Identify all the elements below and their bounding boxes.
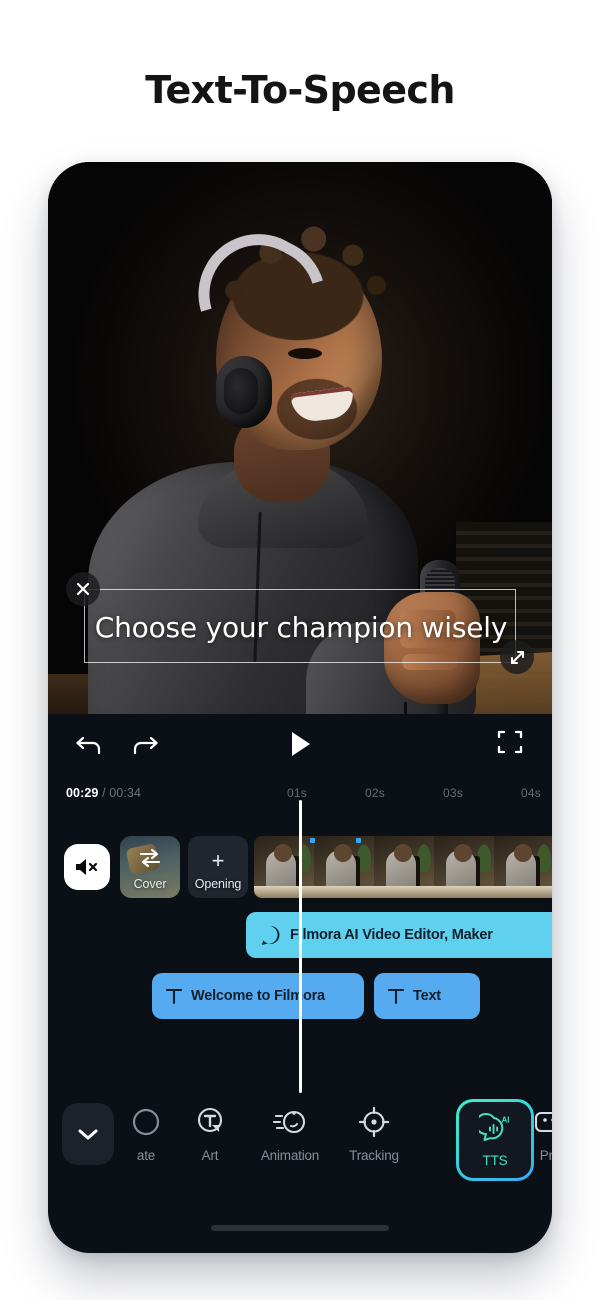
tool-preset[interactable]: Pre	[514, 1105, 552, 1163]
undo-icon	[76, 736, 101, 755]
filmstrip-frame	[254, 836, 314, 898]
text-t-icon	[166, 988, 182, 1005]
filmstrip-frame	[374, 836, 434, 898]
fullscreen-button[interactable]	[496, 728, 528, 760]
ruler-tick: 03s	[443, 786, 463, 800]
caption-selection-box[interactable]: Choose your champion wisely	[84, 589, 516, 663]
plus-icon: +	[211, 848, 225, 873]
opening-label: Opening	[194, 877, 242, 891]
mute-speaker-icon	[76, 859, 98, 875]
phone-mockup: Choose your champion wisely 00:29 / 00:3…	[48, 162, 552, 1253]
tts-ai-icon: AI	[479, 1112, 511, 1146]
caption-close-button[interactable]	[66, 572, 100, 606]
opening-chip[interactable]: + Opening	[188, 836, 248, 898]
audio-clip-label: Filmora AI Video Editor, Maker	[290, 927, 493, 943]
tool-label: Animation	[260, 1148, 320, 1163]
audio-wave-icon	[262, 925, 280, 945]
bottom-toolbar: ate Art Animation Tracking AI TTS Pr	[48, 1093, 552, 1189]
text-clip-text[interactable]: Text	[374, 973, 480, 1019]
tool-art[interactable]: Art	[174, 1105, 246, 1163]
tool-label: TTS	[482, 1153, 508, 1168]
play-button[interactable]	[284, 727, 318, 761]
art-text-icon	[194, 1105, 226, 1139]
resize-handle-icon	[510, 650, 524, 664]
redo-icon	[133, 736, 158, 755]
cover-chip[interactable]: Cover	[120, 836, 180, 898]
tool-label: Tracking	[349, 1148, 399, 1163]
audio-clip[interactable]: Filmora AI Video Editor, Maker	[246, 912, 552, 958]
caption-text: Choose your champion wisely	[94, 610, 508, 644]
text-clip-welcome[interactable]: Welcome to Filmora	[152, 973, 364, 1019]
mute-button[interactable]	[64, 844, 110, 890]
animation-icon	[273, 1105, 307, 1139]
tracking-target-icon	[358, 1105, 390, 1139]
tool-label: Art	[201, 1148, 219, 1163]
caption-resize-handle[interactable]	[500, 640, 534, 674]
fullscreen-icon	[497, 730, 523, 754]
text-t-icon	[388, 988, 404, 1005]
playback-controls	[48, 714, 552, 776]
template-icon	[131, 1105, 161, 1139]
svg-text:AI: AI	[502, 1116, 510, 1125]
tool-tracking[interactable]: Tracking	[338, 1105, 410, 1163]
ruler-tick: 02s	[365, 786, 385, 800]
playhead[interactable]	[299, 800, 302, 1093]
filmstrip-frame	[494, 836, 552, 898]
cover-label: Cover	[133, 877, 167, 891]
redo-button[interactable]	[128, 728, 162, 762]
undo-button[interactable]	[72, 728, 106, 762]
collapse-toolbar-button[interactable]	[62, 1103, 114, 1165]
chevron-down-icon	[78, 1129, 98, 1140]
transition-icon	[139, 848, 161, 868]
ruler-tick: 04s	[521, 786, 541, 800]
close-icon	[76, 582, 90, 596]
text-clip-label: Welcome to Filmora	[191, 988, 325, 1004]
page-title: Text-To-Speech	[145, 68, 455, 112]
tool-template[interactable]: ate	[110, 1105, 182, 1163]
video-preview[interactable]: Choose your champion wisely	[48, 162, 552, 714]
headphone-cup	[216, 356, 272, 428]
tool-label: Pre	[539, 1148, 552, 1163]
filmstrip-frame	[314, 836, 374, 898]
timeline[interactable]: 00:29 / 00:34 01s 02s 03s 04s Cover + Op…	[48, 776, 552, 1093]
keyframe-marker[interactable]	[310, 838, 315, 843]
ruler-tick: 01s	[287, 786, 307, 800]
tool-animation[interactable]: Animation	[254, 1105, 326, 1163]
filmstrip-frame	[434, 836, 494, 898]
tool-label: ate	[136, 1148, 156, 1163]
play-icon	[292, 732, 310, 756]
keyframe-marker[interactable]	[356, 838, 361, 843]
home-indicator	[211, 1225, 389, 1231]
text-clip-label: Text	[413, 988, 441, 1004]
preset-icon	[534, 1105, 552, 1139]
